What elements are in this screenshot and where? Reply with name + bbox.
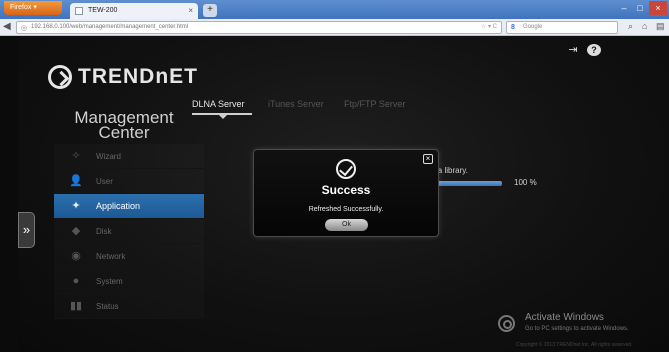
dialog-title: Success: [321, 183, 371, 197]
page-icon: [75, 7, 83, 15]
sidebar-item-label: Wizard: [96, 152, 121, 161]
address-bar[interactable]: ◎ 192.168.0.100/web/management/managemen…: [16, 21, 502, 34]
browser-nav-bar: ◀ ◎ 192.168.0.100/web/management/managem…: [0, 19, 669, 36]
disk-icon: ◆: [71, 225, 81, 237]
sidebar-item-network[interactable]: ◉ Network: [54, 244, 204, 269]
tab-close-icon[interactable]: ×: [188, 3, 193, 19]
sidebar-item-application[interactable]: ✦ Application: [54, 194, 204, 219]
dialog-message: Refreshed Successfully.: [308, 206, 384, 213]
search-bar[interactable]: 8 Google: [506, 21, 618, 34]
sidebar-item-disk[interactable]: ◆ Disk: [54, 219, 204, 244]
close-icon[interactable]: ×: [423, 154, 433, 164]
sidebar-toggle-button[interactable]: »: [18, 212, 35, 248]
google-icon: 8: [511, 24, 515, 31]
sidebar-item-system[interactable]: ● System: [54, 269, 204, 294]
sidebar-item-user[interactable]: 👤 User: [54, 169, 204, 194]
search-icon[interactable]: ⌕: [628, 21, 633, 32]
sidebar-item-label: System: [96, 277, 123, 286]
watermark-title: Activate Windows: [525, 312, 604, 323]
copyright-text: Copyright © 2013 TRENDnet Inc. All right…: [516, 342, 633, 348]
browser-window: Firefox ▾ TEW-200 × + – □ × ◀ ◎ 192.168.…: [0, 0, 669, 352]
user-icon: 👤: [69, 175, 83, 187]
sidebar-item-label: Disk: [96, 227, 112, 236]
tab-itunes-server[interactable]: iTunes Server: [268, 99, 324, 109]
site-info-icon[interactable]: ◎: [21, 23, 27, 34]
active-tab-indicator: [192, 113, 252, 119]
success-dialog: × Success Refreshed Successfully. Ok: [253, 149, 439, 237]
application-icon: ✦: [71, 200, 81, 212]
sidebar-item-label: User: [96, 177, 113, 186]
logout-icon[interactable]: ⇥: [566, 43, 580, 56]
help-icon[interactable]: ?: [587, 44, 601, 56]
browser-tab-bar: Firefox ▾ TEW-200 × + – □ ×: [0, 0, 669, 19]
tab-dlna-server[interactable]: DLNA Server: [192, 99, 245, 109]
maximize-button[interactable]: □: [633, 1, 647, 15]
sidebar-menu: ✧ Wizard 👤 User ✦ Application ◆ Disk ◉ N…: [54, 144, 204, 319]
checkmark-icon: [336, 159, 356, 179]
home-icon[interactable]: ⌂: [642, 21, 647, 31]
management-page: » TRENDnET ⇥ ? Management Center ✧ Wizar…: [18, 36, 669, 352]
sidebar-item-wizard[interactable]: ✧ Wizard: [54, 144, 204, 169]
back-arrow-icon[interactable]: ◀: [3, 21, 11, 32]
tab-ftp-server[interactable]: Ftp/FTP Server: [344, 99, 405, 109]
page-title: Management Center: [74, 108, 174, 142]
windows-activation-icon: [498, 315, 515, 332]
trendnet-logo-icon: [48, 65, 72, 89]
ok-button[interactable]: Ok: [325, 219, 368, 231]
search-engine-label: Google: [523, 24, 543, 30]
new-tab-button[interactable]: +: [203, 4, 217, 17]
system-icon: ●: [72, 275, 80, 287]
watermark-subtitle: Go to PC settings to activate Windows.: [525, 326, 629, 332]
sidebar-item-label: Status: [96, 302, 119, 311]
window-close-button[interactable]: ×: [649, 1, 667, 15]
tab-title: TEW-200: [88, 7, 118, 14]
reload-icon[interactable]: ☆ ▾ C: [481, 22, 497, 33]
browser-tab[interactable]: TEW-200 ×: [70, 3, 198, 19]
top-icons: ⇥ ?: [562, 43, 601, 56]
network-icon: ◉: [71, 250, 81, 262]
sidebar-item-status[interactable]: ▮▮ Status: [54, 294, 204, 319]
wizard-icon: ✧: [71, 150, 81, 162]
background-status-text: ia library.: [436, 166, 468, 175]
firefox-menu-button[interactable]: Firefox ▾: [4, 1, 62, 15]
progress-percent: 100 %: [514, 178, 537, 187]
status-icon: ▮▮: [69, 300, 83, 312]
sidebar-item-label: Network: [96, 252, 126, 261]
logo-text: TRENDnET: [78, 65, 198, 88]
bookmarks-icon[interactable]: ▤: [656, 21, 665, 32]
minimize-button[interactable]: –: [617, 1, 631, 15]
sidebar-item-label: Application: [96, 201, 141, 211]
url-text: 192.168.0.100/web/management/management_…: [31, 24, 189, 30]
